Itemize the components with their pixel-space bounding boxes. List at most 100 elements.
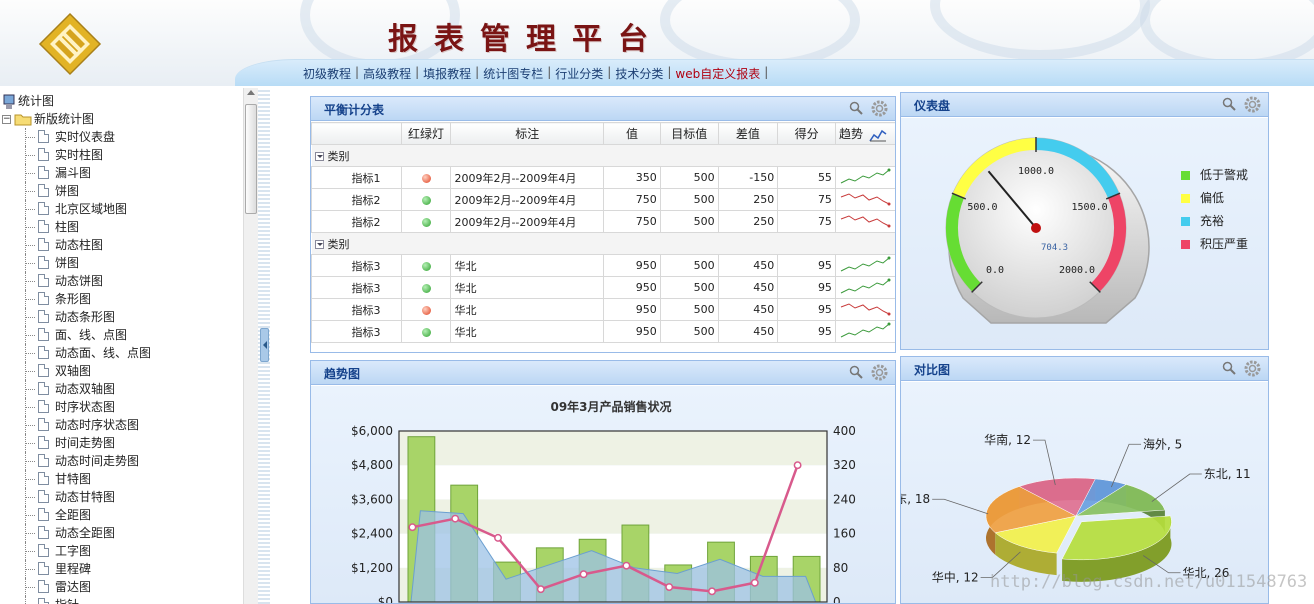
tree-item[interactable]: 工字图: [2, 542, 242, 560]
tree-item[interactable]: 指针: [2, 596, 242, 604]
tree-item[interactable]: 动态甘特图: [2, 488, 242, 506]
nav-item-tech[interactable]: 技术分类: [615, 65, 663, 82]
tree-root[interactable]: 统计图: [2, 92, 242, 110]
pie-leader-line: [932, 498, 989, 515]
panel-trend: 趋势图 09年3月产品销售状况 $0 $1,200 $2,400 $3,600 $4,8…: [310, 360, 896, 604]
tree-item[interactable]: 动态时间走势图: [2, 452, 242, 470]
expand-icon[interactable]: [314, 240, 324, 249]
tree-item[interactable]: 饼图: [2, 254, 242, 272]
status-light-icon: [421, 195, 431, 205]
gear-icon[interactable]: [1244, 360, 1261, 377]
top-nav-bar: 初级教程 | 高级教程 | 填报教程 | 统计图专栏 | 行业分类 | 技术分类 | web…: [235, 59, 1314, 86]
status-light-icon: [421, 217, 431, 227]
target-cell: 500: [659, 166, 719, 189]
tree-item[interactable]: 双轴图: [2, 362, 242, 380]
nav-item-advanced[interactable]: 高级教程: [363, 65, 411, 82]
nav-item-web-report[interactable]: web自定义报表: [675, 65, 760, 82]
zoom-icon[interactable]: [849, 365, 863, 379]
tree-item[interactable]: 甘特图: [2, 470, 242, 488]
collapse-icon[interactable]: −: [2, 115, 11, 124]
tree-item[interactable]: 里程碑: [2, 560, 242, 578]
zoom-icon[interactable]: [1222, 97, 1236, 111]
expand-icon[interactable]: [314, 152, 324, 161]
tree-item[interactable]: 时序状态图: [2, 398, 242, 416]
tree-item[interactable]: 北京区域地图: [2, 200, 242, 218]
legend-label: 偏低: [1200, 191, 1225, 205]
line-point: [622, 561, 631, 570]
y-tick-label: $3,600: [351, 492, 393, 506]
tree-items: 实时仪表盘 实时柱图 漏斗图 饼图 北京区域地图 柱图 动态柱图 饼图 动态饼图 条形图 动态条形图…: [2, 128, 242, 604]
tree-item[interactable]: 实时仪表盘: [2, 128, 242, 146]
tree-item[interactable]: 饼图: [2, 182, 242, 200]
document-icon: [38, 400, 49, 413]
status-light-icon: [421, 261, 431, 271]
y-tick-label: $4,800: [351, 458, 393, 472]
table-row[interactable]: 指标1 2009年2月--2009年4月 350 500 -150 55: [311, 166, 895, 189]
table-row[interactable]: 指标3 华北 950 500 450 95: [311, 298, 895, 321]
column-header: 得分: [777, 122, 836, 145]
tree-item[interactable]: 漏斗图: [2, 164, 242, 182]
legend-swatch: [1181, 240, 1190, 249]
table-row[interactable]: 指标3 华北 950 500 450 95: [311, 320, 895, 343]
nav-item-beginner[interactable]: 初级教程: [303, 65, 351, 82]
tree-item[interactable]: 柱图: [2, 218, 242, 236]
chart-icon[interactable]: [869, 128, 887, 142]
tree-item[interactable]: 动态柱图: [2, 236, 242, 254]
group-row[interactable]: 类别: [311, 232, 895, 255]
grid-band: [399, 431, 827, 466]
table-row[interactable]: 指标2 2009年2月--2009年4月 750 500 250 75: [311, 188, 895, 211]
gauge-tick-label: 1000.0: [1018, 166, 1054, 177]
y-tick-label: $2,400: [351, 527, 393, 541]
diff-cell: -150: [717, 166, 779, 189]
collapse-sidebar-button[interactable]: [260, 328, 269, 362]
panel-header: 仪表盘: [901, 93, 1268, 117]
nav-item-fill-report[interactable]: 填报教程: [423, 65, 471, 82]
scroll-up-icon[interactable]: [247, 90, 255, 95]
gauge-chart: 0.0 500.0 1000.0 1500.0 2000.0 704.3: [945, 137, 1150, 324]
tree-item[interactable]: 全距图: [2, 506, 242, 524]
table-header-row: 红绿灯 标注 值 目标值 差值 得分 趋势: [311, 122, 895, 145]
tree-item[interactable]: 雷达图: [2, 578, 242, 596]
tree-item[interactable]: 条形图: [2, 290, 242, 308]
tree-item[interactable]: 动态条形图: [2, 308, 242, 326]
tree-item[interactable]: 时间走势图: [2, 434, 242, 452]
tree-folder[interactable]: − 新版统计图: [2, 110, 242, 128]
gear-icon[interactable]: [871, 364, 888, 381]
zoom-icon[interactable]: [1222, 361, 1236, 375]
gauge-body: 0.0 500.0 1000.0 1500.0 2000.0 704.3 低于警戒 偏低充…: [901, 118, 1268, 349]
line-point: [793, 461, 802, 470]
tree-item[interactable]: 动态全距图: [2, 524, 242, 542]
tree-item[interactable]: 动态双轴图: [2, 380, 242, 398]
compare-body: 华北, 26华中, 12华东, 18华南, 12海外, 5东北, 11: [901, 382, 1268, 603]
nav-separator: |: [607, 65, 612, 79]
gear-icon[interactable]: [1244, 96, 1261, 113]
gear-icon[interactable]: [871, 100, 888, 117]
nav-tree: 统计图 − 新版统计图 实时仪表盘 实时柱图 漏斗图 饼图 北京区域地图 柱图 动态柱图 饼图动…: [2, 92, 242, 604]
status-light-icon: [421, 305, 431, 315]
line-point: [579, 570, 588, 579]
status-light-icon: [421, 173, 431, 183]
document-icon: [38, 220, 49, 233]
table-row[interactable]: 指标3 华北 950 500 450 95: [311, 276, 895, 299]
document-icon: [38, 508, 49, 521]
tree-item[interactable]: 动态面、线、点图: [2, 344, 242, 362]
tree-item[interactable]: 实时柱图: [2, 146, 242, 164]
scorecard-table-wrap: 红绿灯 标注 值 目标值 差值 得分 趋势 类别指标1 2009年2月--2009…: [311, 122, 895, 343]
scrollbar-thumb[interactable]: [245, 104, 257, 214]
group-row[interactable]: 类别: [311, 144, 895, 167]
nav-item-chart-column[interactable]: 统计图专栏: [483, 65, 543, 82]
tree-item[interactable]: 动态时序状态图: [2, 416, 242, 434]
tree-item[interactable]: 面、线、点图: [2, 326, 242, 344]
zoom-icon[interactable]: [849, 101, 863, 115]
table-row[interactable]: 指标2 2009年2月--2009年4月 750 500 250 75: [311, 210, 895, 233]
group-label: 类别: [327, 149, 350, 163]
nav-item-industry[interactable]: 行业分类: [555, 65, 603, 82]
tree-item[interactable]: 动态饼图: [2, 272, 242, 290]
line-point: [408, 523, 417, 532]
nav-separator: |: [547, 65, 552, 79]
panel-title: 仪表盘: [914, 99, 951, 113]
document-icon: [38, 544, 49, 557]
table-row[interactable]: 指标3 华北 950 500 450 95: [311, 254, 895, 277]
document-icon: [38, 580, 49, 593]
sidebar-scrollbar[interactable]: [243, 88, 258, 604]
